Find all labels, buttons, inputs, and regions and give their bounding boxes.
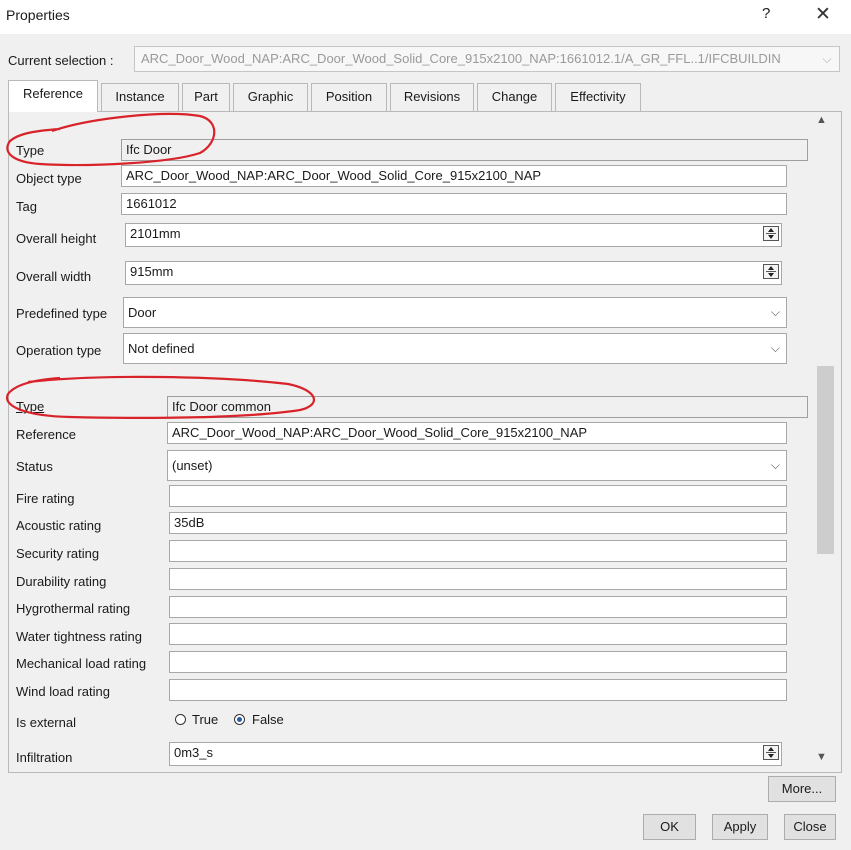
fire-rating-input[interactable] bbox=[169, 485, 787, 507]
help-button[interactable]: ? bbox=[762, 5, 770, 22]
window-title: Properties bbox=[6, 7, 70, 23]
object-type-input[interactable]: ARC_Door_Wood_NAP:ARC_Door_Wood_Solid_Co… bbox=[121, 165, 787, 187]
tag-label: Tag bbox=[16, 199, 37, 214]
security-rating-input[interactable] bbox=[169, 540, 787, 562]
status-label: Status bbox=[16, 459, 53, 474]
scrollbar-thumb[interactable] bbox=[817, 366, 834, 554]
apply-button[interactable]: Apply bbox=[712, 814, 768, 840]
wind-load-rating-label: Wind load rating bbox=[16, 684, 110, 699]
ok-button[interactable]: OK bbox=[643, 814, 696, 840]
type-common-label: Type bbox=[16, 399, 45, 414]
object-type-label: Object type bbox=[16, 171, 82, 186]
false-radio-label[interactable]: False bbox=[252, 712, 284, 727]
type-common-field: Ifc Door common bbox=[167, 396, 808, 418]
scroll-up-icon[interactable]: ▲ bbox=[816, 114, 827, 126]
tab-graphic[interactable]: Graphic bbox=[233, 83, 308, 111]
durability-rating-input[interactable] bbox=[169, 568, 787, 590]
predefined-type-label: Predefined type bbox=[16, 306, 108, 321]
operation-type-select[interactable]: Not defined ⌵ bbox=[123, 333, 787, 364]
chevron-down-icon[interactable]: ⌵ bbox=[771, 451, 780, 480]
spin-arrows-icon[interactable] bbox=[763, 745, 779, 760]
operation-type-label: Operation type bbox=[16, 343, 102, 358]
security-rating-label: Security rating bbox=[16, 546, 100, 561]
tab-part[interactable]: Part bbox=[182, 83, 230, 111]
overall-height-value: 2101mm bbox=[130, 226, 181, 241]
false-radio[interactable] bbox=[234, 714, 245, 725]
fire-rating-label: Fire rating bbox=[16, 491, 75, 506]
current-selection-value: ARC_Door_Wood_NAP:ARC_Door_Wood_Solid_Co… bbox=[141, 51, 781, 66]
water-tightness-rating-label: Water tightness rating bbox=[16, 629, 142, 644]
infiltration-input[interactable]: 0m3_s bbox=[169, 742, 782, 766]
predefined-type-value: Door bbox=[128, 305, 157, 320]
infiltration-value: 0m3_s bbox=[174, 745, 214, 760]
current-selection-label: Current selection : bbox=[8, 53, 114, 68]
close-button[interactable]: Close bbox=[784, 814, 836, 840]
tag-input[interactable]: 1661012 bbox=[121, 193, 787, 215]
overall-width-label: Overall width bbox=[16, 269, 92, 284]
mechanical-load-rating-label: Mechanical load rating bbox=[16, 656, 147, 671]
acoustic-rating-input[interactable]: 35dB bbox=[169, 512, 787, 534]
hygrothermal-rating-label: Hygrothermal rating bbox=[16, 601, 131, 616]
tab-instance[interactable]: Instance bbox=[101, 83, 179, 111]
hygrothermal-rating-input[interactable] bbox=[169, 596, 787, 618]
status-select[interactable]: (unset) ⌵ bbox=[167, 450, 787, 481]
operation-type-value: Not defined bbox=[128, 341, 195, 356]
acoustic-rating-label: Acoustic rating bbox=[16, 518, 102, 533]
tab-position[interactable]: Position bbox=[311, 83, 387, 111]
reference-label: Reference bbox=[16, 427, 76, 442]
type-field: Ifc Door bbox=[121, 139, 808, 161]
spin-arrows-icon[interactable] bbox=[763, 226, 779, 241]
tab-reference[interactable]: Reference bbox=[8, 80, 98, 112]
chevron-down-icon[interactable]: ⌵ bbox=[771, 298, 780, 327]
chevron-down-icon[interactable]: ⌵ bbox=[771, 334, 780, 363]
chevron-down-icon[interactable]: ⌵ bbox=[819, 47, 835, 71]
scroll-down-icon[interactable]: ▼ bbox=[816, 751, 827, 763]
title-bar bbox=[0, 0, 851, 34]
tab-effectivity[interactable]: Effectivity bbox=[555, 83, 641, 111]
is-external-label: Is external bbox=[16, 715, 76, 730]
close-window-button[interactable]: ✕ bbox=[815, 3, 831, 26]
status-value: (unset) bbox=[172, 458, 213, 473]
overall-height-label: Overall height bbox=[16, 231, 97, 246]
wind-load-rating-input[interactable] bbox=[169, 679, 787, 701]
overall-height-input[interactable]: 2101mm bbox=[125, 223, 782, 247]
tab-change[interactable]: Change bbox=[477, 83, 552, 111]
type-label: Type bbox=[16, 143, 45, 158]
infiltration-label: Infiltration bbox=[16, 750, 73, 765]
reference-input[interactable]: ARC_Door_Wood_NAP:ARC_Door_Wood_Solid_Co… bbox=[167, 422, 787, 444]
overall-width-input[interactable]: 915mm bbox=[125, 261, 782, 285]
predefined-type-select[interactable]: Door ⌵ bbox=[123, 297, 787, 328]
true-radio-label[interactable]: True bbox=[192, 712, 218, 727]
overall-width-value: 915mm bbox=[130, 264, 174, 279]
more-button[interactable]: More... bbox=[768, 776, 836, 802]
mechanical-load-rating-input[interactable] bbox=[169, 651, 787, 673]
spin-arrows-icon[interactable] bbox=[763, 264, 779, 279]
water-tightness-rating-input[interactable] bbox=[169, 623, 787, 645]
durability-rating-label: Durability rating bbox=[16, 574, 107, 589]
tab-revisions[interactable]: Revisions bbox=[390, 83, 474, 111]
true-radio[interactable] bbox=[175, 714, 186, 725]
current-selection-combo[interactable]: ARC_Door_Wood_NAP:ARC_Door_Wood_Solid_Co… bbox=[134, 46, 840, 72]
